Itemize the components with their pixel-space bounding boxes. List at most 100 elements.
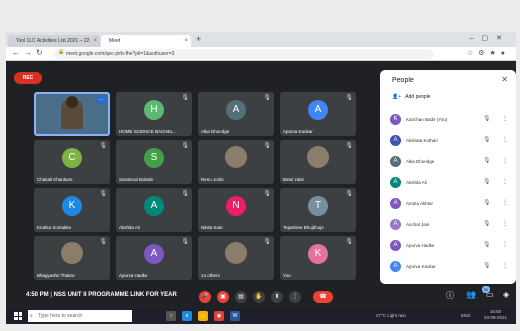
avatar: K [390, 114, 401, 125]
video-tile[interactable]: C 🎙 Chaitali Khankure [34, 140, 110, 184]
raise-hand-button[interactable]: ✋ [253, 291, 265, 303]
participant-name: Akshata Kothari [406, 138, 438, 143]
extension-icons[interactable]: ☆⚙★● [467, 49, 510, 57]
video-tile[interactable]: A 🎙 Akshita Ali [116, 188, 192, 232]
avatar: N [226, 196, 246, 216]
monitor-screen: Tool 1LC Activities List 2021 – 22 × Mee… [6, 32, 516, 324]
participant-name: 14 others [201, 273, 220, 278]
close-panel-icon[interactable]: ✕ [501, 75, 508, 84]
task-view-icon[interactable]: ○ [166, 311, 176, 321]
mic-muted-icon: 🎙 [263, 191, 271, 197]
window-controls[interactable]: –▢✕ [470, 34, 510, 42]
captions-button[interactable]: ▤ [235, 291, 247, 303]
tab-label: Tool 1LC Activities List 2021 – 22 [16, 38, 90, 44]
participant-row[interactable]: A Apurva Hadke 🎙 ⋮ [388, 238, 512, 254]
chat-icon[interactable]: ▭ [486, 290, 494, 299]
url-input[interactable]: meet.google.com/qec-jnrb-fhe?pli=1&authu… [54, 49, 434, 59]
video-tile[interactable]: A 🎙 Apurva Kaokar [280, 92, 356, 136]
participant-row[interactable]: A Amrita Akhtar 🎙 ⋮ [388, 196, 512, 212]
forward-icon[interactable]: → [24, 48, 32, 57]
participant-name: Kanchan Bade (You) [406, 117, 448, 122]
reload-icon[interactable]: ↻ [36, 48, 43, 57]
more-vert-icon[interactable]: ⋮ [502, 220, 508, 227]
video-tile[interactable]: N 🎙 Nikita Kute [198, 188, 274, 232]
mic-muted-icon: 🎙 [483, 137, 491, 143]
edge-icon[interactable]: e [182, 311, 192, 321]
video-tile[interactable]: 🎙 Betul zakir [280, 140, 356, 184]
more-vert-icon[interactable]: ⋮ [502, 157, 508, 164]
avatar: T [308, 196, 328, 216]
chrome-icon[interactable]: ◉ [214, 311, 224, 321]
mic-muted-icon: 🎙 [181, 239, 189, 245]
present-button[interactable]: ⬆ [271, 291, 283, 303]
avatar: A [308, 100, 328, 120]
more-vert-icon[interactable]: ⋮ [502, 199, 508, 206]
video-tile[interactable]: 🎙 14 others [198, 236, 274, 280]
mic-muted-icon: 🎙 [263, 95, 271, 101]
participant-row[interactable]: A Akshita Ali 🎙 ⋮ [388, 175, 512, 191]
video-tile[interactable]: S 🎙 Sanskruti Bobale [116, 140, 192, 184]
more-vert-icon[interactable]: ⋮ [502, 178, 508, 185]
back-icon[interactable]: ← [12, 48, 20, 57]
clock-date: 03-09-2021 [484, 315, 508, 320]
participant-row[interactable]: A Akshata Kothari 🎙 ⋮ [388, 133, 512, 149]
people-panel: People ✕ 👤+ Add people K Kanchan Bade (Yo… [380, 70, 516, 284]
participant-row[interactable]: K Kanchan Bade (You) 🎙 ⋮ [388, 112, 512, 128]
windows-start-icon[interactable] [14, 312, 22, 320]
mic-off-button[interactable]: 🎤 [199, 291, 211, 303]
avatar: A [390, 177, 401, 188]
info-icon[interactable]: ⓘ [446, 290, 454, 301]
camera-off-button[interactable]: ▣ [217, 291, 229, 303]
close-tab-icon[interactable]: × [93, 35, 97, 47]
participant-name: Apurva Kaokar [406, 264, 436, 269]
participant-name: Chaitali Khankure [37, 177, 73, 182]
file-explorer-icon[interactable]: ▭ [198, 311, 208, 321]
participant-row[interactable]: A Apurva Kaokar 🎙 ⋮ [388, 259, 512, 275]
video-tile[interactable]: ⋯ [34, 92, 110, 136]
new-tab-icon[interactable]: + [196, 34, 201, 44]
more-vert-icon[interactable]: ⋮ [502, 262, 508, 269]
close-tab-icon[interactable]: × [184, 35, 188, 47]
mic-muted-icon: 🎙 [483, 221, 491, 227]
mic-muted-icon: 🎙 [99, 191, 107, 197]
video-tile[interactable]: K 🎙 You [280, 236, 356, 280]
video-tile[interactable]: 🎙 Renu Joshi [198, 140, 274, 184]
add-people-button[interactable]: 👤+ Add people [392, 94, 431, 100]
video-tile[interactable]: K 🎙 Krutika Sontakke [34, 188, 110, 232]
avatar: A [144, 244, 164, 264]
video-grid: ⋯ H 🎙 HOME SCIENCE BACHEL... A 🎙 Alka Dhondge A… [34, 92, 364, 302]
language-indicator[interactable]: ENG [461, 313, 471, 318]
profile-photo [225, 146, 247, 168]
end-call-button[interactable]: ☎ [313, 291, 333, 303]
people-icon[interactable]: 👥 [466, 290, 476, 299]
avatar: K [308, 244, 328, 264]
browser-tab-activities[interactable]: Tool 1LC Activities List 2021 – 22 × [8, 35, 100, 47]
video-tile[interactable]: A 🎙 Apurva Hadke [116, 236, 192, 280]
video-tile[interactable]: H 🎙 HOME SCIENCE BACHEL... [116, 92, 192, 136]
mic-muted-icon: 🎙 [345, 239, 353, 245]
more-vert-icon[interactable]: ⋮ [502, 115, 508, 122]
participant-name: Krutika Sontakke [37, 225, 72, 230]
browser-tab-meet[interactable]: Meet × [101, 35, 191, 47]
word-icon[interactable]: W [230, 311, 240, 321]
participant-row[interactable]: A Alka Dhondge 🎙 ⋮ [388, 154, 512, 170]
participant-name: Apurva Hadke [119, 273, 148, 278]
activities-icon[interactable]: ◈ [503, 290, 509, 299]
avatar: C [62, 148, 82, 168]
video-tile[interactable]: 🎙 Bhagyashri Thakre [34, 236, 110, 280]
more-options-button[interactable]: ⋮ [289, 291, 301, 303]
taskbar-search-input[interactable]: ⌕ Type here to search [28, 310, 132, 322]
pin-icon[interactable]: ⋯ [97, 96, 105, 104]
mic-muted-icon: 🎙 [483, 242, 491, 248]
mic-muted-icon: 🎙 [99, 143, 107, 149]
more-vert-icon[interactable]: ⋮ [502, 136, 508, 143]
more-vert-icon[interactable]: ⋮ [502, 241, 508, 248]
avatar: S [144, 148, 164, 168]
participant-name: Anchal Jain [406, 222, 430, 227]
system-clock[interactable]: 16:50 03-09-2021 [484, 309, 507, 321]
video-tile[interactable]: A 🎙 Alka Dhondge [198, 92, 274, 136]
add-people-label: Add people [405, 94, 431, 100]
participant-row[interactable]: A Anchal Jain 🎙 ⋮ [388, 217, 512, 233]
avatar: A [144, 196, 164, 216]
video-tile[interactable]: T 🎙 Tejashree Bhujbhuje [280, 188, 356, 232]
